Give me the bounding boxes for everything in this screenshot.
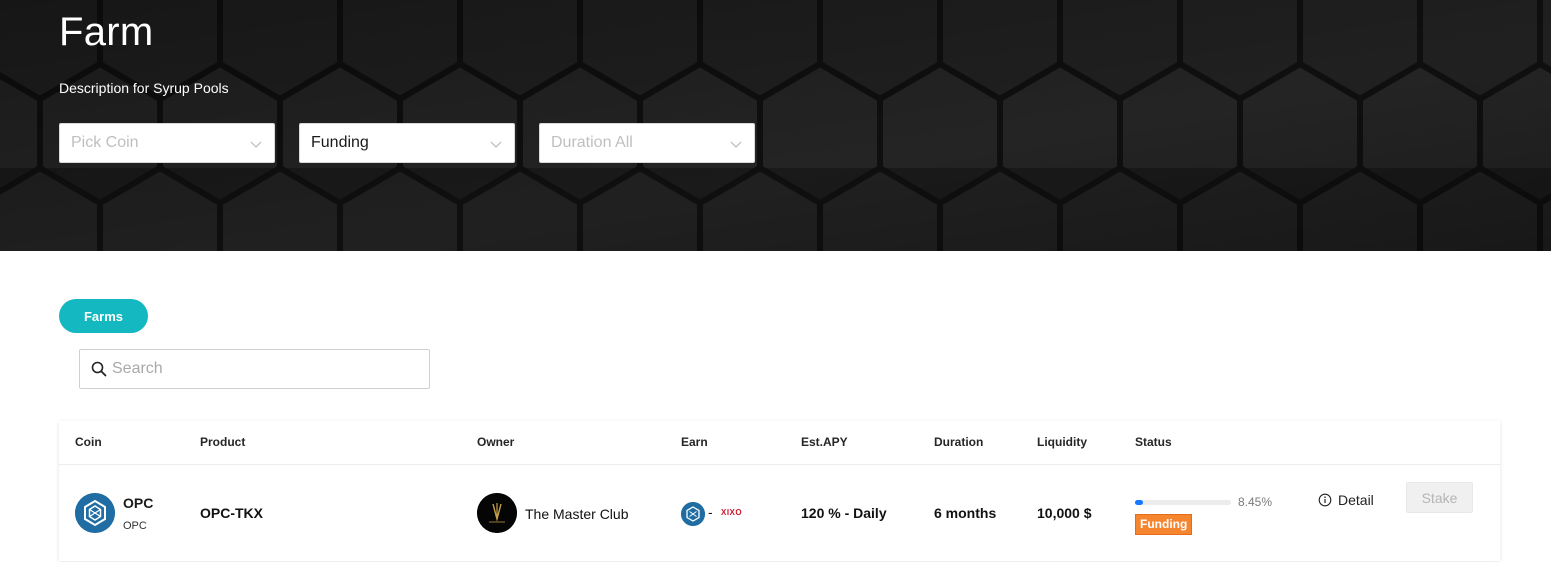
table-header: Coin Product Owner Earn Est.APY Duration… [59, 421, 1500, 465]
search-icon [91, 361, 107, 377]
header-earn: Earn [681, 435, 708, 449]
chevron-down-icon [490, 141, 502, 148]
header-apy: Est.APY [801, 435, 848, 449]
funding-progress-text: 8.45% [1238, 495, 1273, 509]
duration-value: 6 months [934, 505, 997, 521]
earn-separator: - [708, 504, 713, 520]
opc-coin-icon [681, 502, 705, 526]
duration-placeholder: Duration All [551, 134, 633, 151]
header-status: Status [1135, 435, 1172, 449]
farms-table: Coin Product Owner Earn Est.APY Duration… [59, 421, 1500, 561]
product-name: OPC-TKX [200, 505, 263, 521]
opc-coin-icon [75, 493, 115, 533]
page-title: Farm [59, 10, 154, 54]
apy-value: 120 % - Daily [801, 505, 887, 521]
duration-select[interactable]: Duration All [539, 123, 755, 163]
detail-label: Detail [1338, 492, 1374, 508]
liquidity-value: 10,000 $ [1037, 505, 1092, 521]
xixo-token-icon: XIXO [721, 508, 743, 517]
coin-name: OPC [123, 495, 154, 511]
chevron-down-icon [250, 141, 262, 148]
header-owner: Owner [477, 435, 515, 449]
hero-banner: Farm Description for Syrup Pools Pick Co… [0, 0, 1551, 251]
status-filter-select[interactable]: Funding [299, 123, 515, 163]
info-icon [1318, 493, 1332, 507]
chevron-down-icon [730, 141, 742, 148]
funding-progress-bar [1135, 500, 1231, 505]
header-liquidity: Liquidity [1037, 435, 1087, 449]
status-filter-value: Funding [311, 134, 369, 151]
stake-button[interactable]: Stake [1406, 482, 1473, 513]
header-product: Product [200, 435, 246, 449]
tab-farms[interactable]: Farms [59, 299, 148, 333]
table-row[interactable]: OPC OPC OPC-TKX The Master Club - XIXO 1… [59, 465, 1500, 561]
pick-coin-select[interactable]: Pick Coin [59, 123, 275, 163]
detail-button[interactable]: Detail [1318, 489, 1374, 511]
header-coin: Coin [75, 435, 102, 449]
master-club-logo [477, 493, 517, 533]
owner-name: The Master Club [525, 506, 629, 522]
status-badge: Funding [1135, 514, 1193, 535]
search-input[interactable] [112, 360, 412, 378]
coin-symbol: OPC [123, 520, 147, 532]
header-duration: Duration [934, 435, 984, 449]
pick-coin-placeholder: Pick Coin [71, 134, 139, 151]
page-description: Description for Syrup Pools [59, 80, 229, 96]
search-box[interactable] [79, 349, 430, 389]
funding-progress-fill [1135, 500, 1144, 505]
